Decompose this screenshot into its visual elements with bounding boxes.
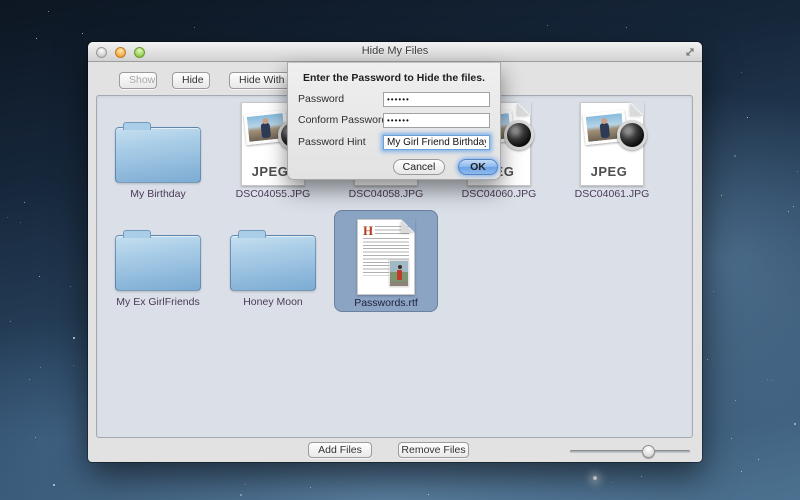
slider-track[interactable]: [570, 450, 690, 453]
confirm-password-input[interactable]: [383, 113, 490, 128]
slider-thumb[interactable]: [642, 445, 655, 458]
desktop-wallpaper: Hide My Files Show Hide Hide With Pas My…: [0, 0, 800, 500]
password-input[interactable]: [383, 92, 490, 107]
folder-icon: [115, 127, 201, 183]
jpeg-file-icon: JPEG: [580, 102, 644, 186]
file-label: DSC04055.JPG: [221, 188, 325, 200]
icon-size-slider[interactable]: [570, 445, 690, 458]
inline-photo: [389, 260, 409, 287]
title-bar[interactable]: Hide My Files: [88, 42, 702, 62]
dialog-title: Enter the Password to Hide the files.: [288, 72, 500, 84]
file-item-passwords-rtf[interactable]: H Passwords.rtf: [334, 210, 438, 312]
password-hint-input[interactable]: [383, 135, 490, 150]
password-dialog: Enter the Password to Hide the files. Pa…: [287, 62, 501, 180]
fullscreen-resize-icon[interactable]: [684, 46, 696, 58]
file-label: DSC04061.JPG: [560, 188, 664, 200]
file-label: DSC04058.JPG: [334, 188, 438, 200]
password-label: Password: [298, 92, 344, 107]
file-label: Passwords.rtf: [335, 297, 437, 309]
folder-icon: [115, 235, 201, 291]
file-item-dsc04061-jpg[interactable]: JPEG DSC04061.JPG: [560, 102, 664, 204]
file-label: My Ex GirlFriends: [106, 296, 210, 308]
confirm-password-label: Conform Password: [298, 113, 387, 128]
dropcap-letter: H: [363, 223, 373, 239]
hide-button[interactable]: Hide: [172, 72, 210, 89]
bright-star: [592, 475, 598, 481]
cancel-button[interactable]: Cancel: [393, 159, 445, 175]
ok-button[interactable]: OK: [458, 159, 498, 175]
jpeg-badge: JPEG: [581, 164, 637, 179]
page-fold-icon: [401, 220, 414, 233]
show-button[interactable]: Show: [119, 72, 157, 89]
add-files-button[interactable]: Add Files: [308, 442, 372, 458]
file-item-my-ex-girlfriends[interactable]: My Ex GirlFriends: [106, 210, 210, 312]
remove-files-button[interactable]: Remove Files: [398, 442, 469, 458]
file-label: DSC04060.JPG: [447, 188, 551, 200]
app-window: Hide My Files Show Hide Hide With Pas My…: [88, 42, 702, 462]
file-item-my-birthday[interactable]: My Birthday: [106, 102, 210, 204]
page-fold-icon: [517, 103, 530, 116]
password-hint-label: Password Hint: [298, 135, 366, 150]
file-label: My Birthday: [106, 188, 210, 200]
folder-icon: [230, 235, 316, 291]
file-label: Honey Moon: [221, 296, 325, 308]
camera-lens-icon: [617, 120, 647, 150]
camera-lens-icon: [504, 120, 534, 150]
window-title: Hide My Files: [88, 45, 702, 57]
rtf-file-icon: H: [357, 219, 415, 295]
file-item-honey-moon[interactable]: Honey Moon: [221, 210, 325, 312]
page-fold-icon: [630, 103, 643, 116]
